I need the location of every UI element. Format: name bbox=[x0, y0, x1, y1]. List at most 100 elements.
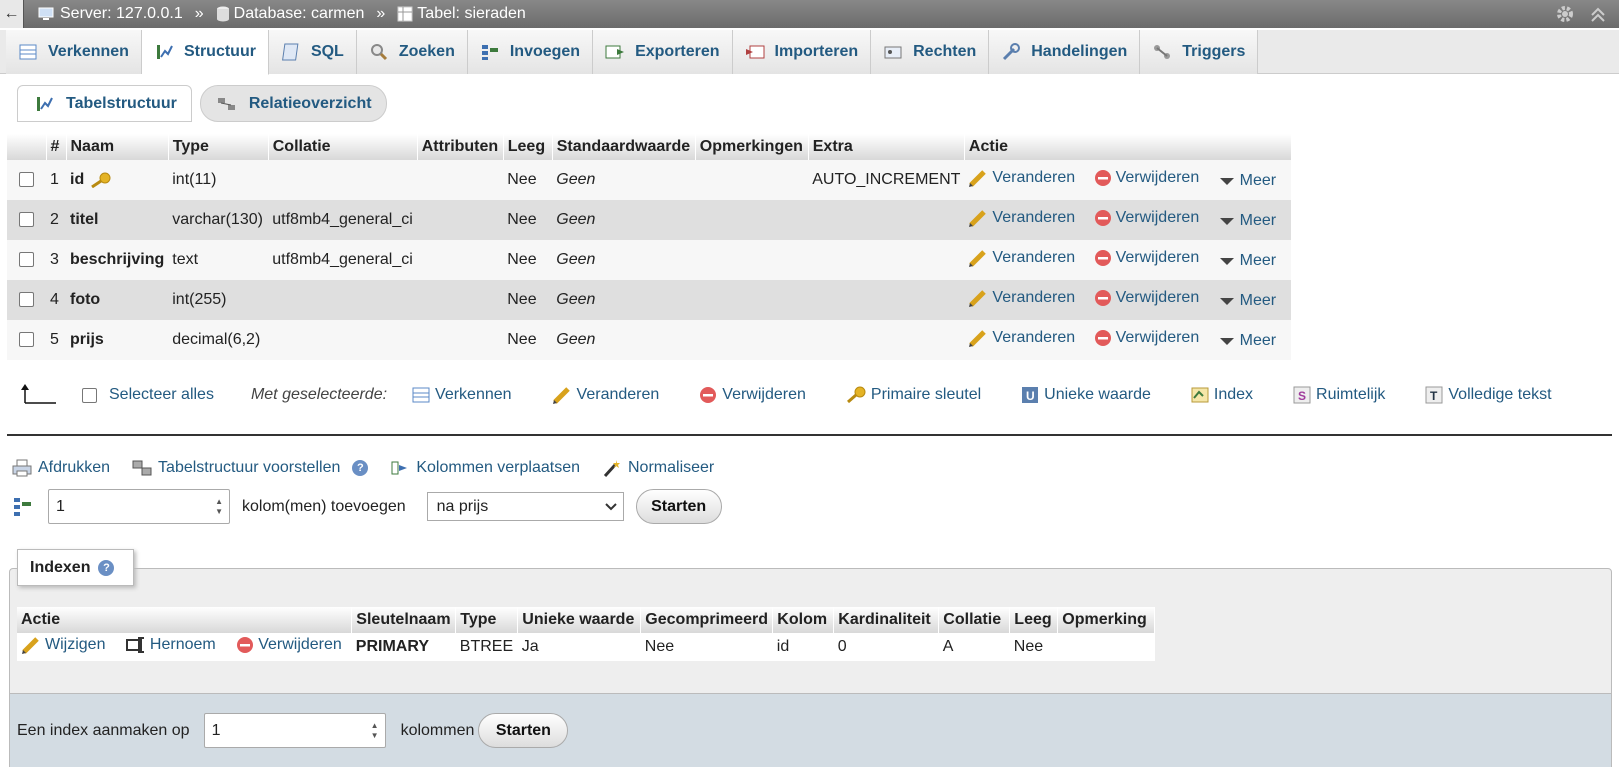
primary-key-icon bbox=[846, 386, 866, 404]
change-label: Veranderen bbox=[992, 208, 1076, 226]
tab-handelingen[interactable]: Handelingen bbox=[989, 30, 1141, 74]
breadcrumb-separator: » bbox=[194, 5, 204, 22]
column-count-input[interactable]: 1 ▲ ▼ bbox=[48, 489, 230, 524]
drop-button[interactable]: Verwijderen bbox=[1094, 329, 1199, 347]
rename-icon bbox=[125, 636, 144, 653]
bulk-spatial-label: Ruimtelijk bbox=[1316, 386, 1386, 403]
bulk-unique-button[interactable]: U Unieke waarde bbox=[1021, 386, 1151, 404]
change-button[interactable]: Veranderen bbox=[968, 169, 1075, 187]
browse-icon bbox=[412, 387, 430, 403]
row-checkbox[interactable] bbox=[19, 292, 34, 308]
change-button[interactable]: Veranderen bbox=[968, 209, 1075, 227]
idx-header-comment: Opmerking bbox=[1057, 607, 1156, 633]
bulk-fulltext-button[interactable]: T Volledige tekst bbox=[1425, 386, 1552, 404]
bulk-index-button[interactable]: Index bbox=[1191, 386, 1253, 404]
normalize-link[interactable]: Normaliseer bbox=[602, 459, 714, 477]
drop-label: Verwijderen bbox=[1115, 168, 1200, 186]
idx-cell-keyname: PRIMARY bbox=[351, 633, 456, 661]
subtab-relation-view[interactable]: Relatieoverzicht bbox=[199, 85, 387, 122]
column-position-select[interactable]: na prijs bbox=[426, 492, 624, 521]
header-default[interactable]: Standaardwaarde bbox=[552, 134, 696, 160]
idx-edit-button[interactable]: Wijzigen bbox=[21, 636, 105, 654]
drop-button[interactable]: Verwijderen bbox=[1094, 209, 1199, 227]
cell-comments bbox=[695, 320, 809, 360]
select-all-link[interactable]: Selecteer alles bbox=[109, 386, 214, 404]
change-button[interactable]: Veranderen bbox=[968, 289, 1075, 307]
drop-icon bbox=[1094, 249, 1111, 266]
header-comments[interactable]: Opmerkingen bbox=[695, 134, 809, 160]
more-button[interactable]: Meer bbox=[1218, 172, 1276, 190]
row-checkbox[interactable] bbox=[19, 172, 34, 188]
header-extra[interactable]: Extra bbox=[808, 134, 965, 160]
cell-comments bbox=[695, 240, 809, 280]
drop-button[interactable]: Verwijderen bbox=[1094, 289, 1199, 307]
breadcrumb-database[interactable]: Database: carmen bbox=[234, 5, 365, 23]
bulk-drop-button[interactable]: Verwijderen bbox=[699, 386, 806, 404]
row-checkbox[interactable] bbox=[19, 212, 34, 228]
more-button[interactable]: Meer bbox=[1218, 332, 1276, 350]
subtab-table-structure[interactable]: Tabelstructuur bbox=[17, 85, 192, 122]
tab-rechten[interactable]: Rechten bbox=[871, 30, 990, 74]
table-row: 4 foto int(255) Nee Geen Veranderen Verw… bbox=[7, 280, 1292, 320]
breadcrumb-table[interactable]: Tabel: sieraden bbox=[417, 5, 526, 23]
cell-name: id bbox=[66, 160, 169, 200]
more-button[interactable]: Meer bbox=[1218, 252, 1276, 270]
relation-icon bbox=[217, 97, 235, 110]
spinner-icon[interactable]: ▲ ▼ bbox=[215, 497, 223, 516]
tab-structuur[interactable]: Structuur bbox=[141, 30, 269, 75]
idx-drop-button[interactable]: Verwijderen bbox=[236, 636, 342, 654]
cell-extra bbox=[808, 280, 965, 320]
change-button[interactable]: Veranderen bbox=[968, 249, 1075, 267]
header-null[interactable]: Leeg bbox=[503, 134, 553, 160]
tab-sql[interactable]: SQL bbox=[268, 30, 357, 74]
cell-collation bbox=[268, 280, 418, 320]
drop-button[interactable]: Verwijderen bbox=[1094, 249, 1199, 267]
select-all-checkbox[interactable] bbox=[82, 387, 97, 403]
back-arrow-icon[interactable]: ← bbox=[0, 0, 24, 28]
help-icon[interactable]: ? bbox=[352, 460, 369, 476]
breadcrumb-server[interactable]: Server: 127.0.0.1 bbox=[60, 5, 183, 23]
cell-comments bbox=[695, 280, 809, 320]
more-label: Meer bbox=[1239, 171, 1277, 189]
tab-importeren[interactable]: Importeren bbox=[732, 30, 872, 74]
move-columns-link[interactable]: Kolommen verplaatsen bbox=[390, 459, 580, 477]
bulk-primary-button[interactable]: Primaire sleutel bbox=[846, 386, 981, 404]
print-link[interactable]: Afdrukken bbox=[12, 459, 110, 477]
propose-structure-link[interactable]: Tabelstructuur voorstellen? bbox=[132, 459, 369, 477]
bulk-spatial-button[interactable]: S Ruimtelijk bbox=[1293, 386, 1385, 404]
idx-header-cardinality: Kardinaliteit bbox=[833, 607, 940, 633]
tab-invoegen[interactable]: Invoegen bbox=[467, 30, 594, 74]
bulk-browse-label: Verkennen bbox=[435, 386, 512, 403]
idx-header-type: Type bbox=[455, 607, 519, 633]
index-columns-input[interactable]: 1 ▲ ▼ bbox=[203, 713, 386, 748]
create-index-go-button[interactable]: Starten bbox=[478, 713, 569, 748]
chevron-down-icon bbox=[1219, 337, 1234, 345]
subtab-label: Tabelstructuur bbox=[66, 94, 177, 112]
help-icon[interactable]: ? bbox=[98, 559, 115, 576]
collapse-icon[interactable] bbox=[1589, 4, 1607, 24]
idx-rename-button[interactable]: Hernoem bbox=[125, 636, 216, 654]
propose-label: Tabelstructuur voorstellen bbox=[158, 459, 341, 476]
header-type[interactable]: Type bbox=[168, 134, 269, 160]
cell-collation: utf8mb4_general_ci bbox=[268, 240, 418, 280]
header-attributes[interactable]: Attributen bbox=[417, 134, 504, 160]
header-name[interactable]: Naam bbox=[66, 134, 169, 160]
cell-comments bbox=[695, 160, 809, 200]
bulk-change-button[interactable]: Veranderen bbox=[552, 386, 659, 404]
drop-button[interactable]: Verwijderen bbox=[1094, 168, 1200, 187]
tab-exporteren[interactable]: Exporteren bbox=[593, 30, 733, 74]
more-button[interactable]: Meer bbox=[1218, 212, 1276, 230]
header-collation[interactable]: Collatie bbox=[268, 134, 418, 160]
add-column-go-button[interactable]: Starten bbox=[635, 489, 722, 524]
tab-triggers[interactable]: Triggers bbox=[1140, 30, 1259, 74]
tab-verkennen[interactable]: Verkennen bbox=[6, 30, 142, 74]
spinner-icon[interactable]: ▲ ▼ bbox=[371, 721, 379, 740]
bulk-browse-button[interactable]: Verkennen bbox=[412, 386, 512, 404]
more-button[interactable]: Meer bbox=[1218, 292, 1276, 310]
change-label: Veranderen bbox=[992, 288, 1076, 306]
gear-icon[interactable] bbox=[1555, 4, 1575, 24]
tab-zoeken[interactable]: Zoeken bbox=[356, 30, 468, 74]
row-checkbox[interactable] bbox=[19, 332, 34, 348]
change-button[interactable]: Veranderen bbox=[968, 329, 1075, 347]
row-checkbox[interactable] bbox=[19, 252, 34, 268]
